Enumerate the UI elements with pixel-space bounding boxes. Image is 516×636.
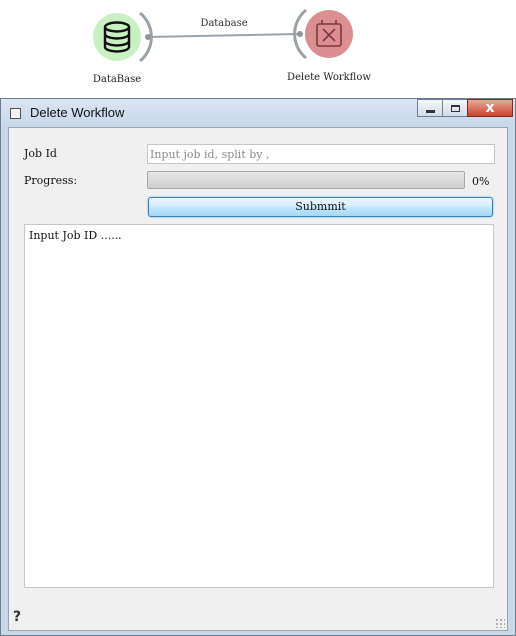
resize-grip[interactable] [495,618,505,628]
delete-workflow-window: Delete Workflow x Job Id Progress: 0% Su… [0,98,516,636]
maximize-button[interactable] [442,99,468,117]
minimize-icon [425,109,435,113]
node-delete-workflow-label: Delete Workflow [287,72,371,83]
window-icon [10,108,21,119]
maximize-icon [450,104,460,112]
workflow-link[interactable] [147,33,301,38]
window-title: Delete Workflow [30,105,125,120]
progress-percent: 0% [472,175,490,188]
close-icon: x [485,100,495,116]
window-controls: x [417,99,513,119]
log-output[interactable]: Input Job ID ...... [24,224,494,588]
window-client-area: Job Id Progress: 0% Submmit Input Job ID… [8,127,508,631]
minimize-button[interactable] [417,99,443,117]
workflow-canvas: DataBase Delete Workflow Database [0,0,516,98]
progress-bar [147,171,465,189]
window-titlebar[interactable]: Delete Workflow x [1,99,515,127]
node-database-label: DataBase [92,74,142,85]
link-label: Database [200,18,248,29]
job-id-label: Job Id [24,147,57,160]
node-database[interactable] [93,11,153,63]
progress-label: Progress: [24,174,78,187]
node-delete-workflow[interactable] [293,8,353,60]
job-id-input[interactable] [147,144,495,164]
close-button[interactable]: x [467,99,513,117]
help-icon[interactable]: ? [13,609,21,625]
submit-button[interactable]: Submmit [148,197,493,217]
canvas-graphics [93,8,353,63]
